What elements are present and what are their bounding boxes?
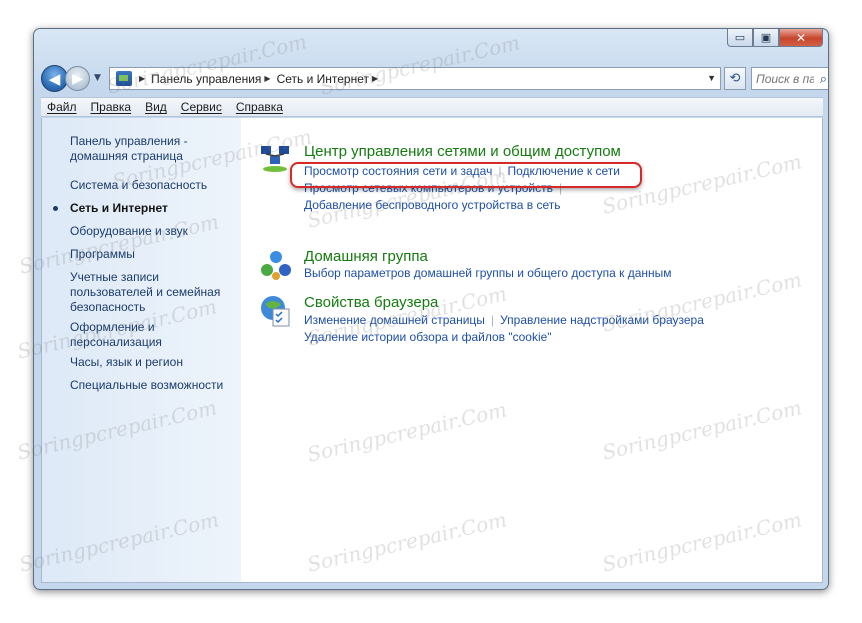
category-title-network-center[interactable]: Центр управления сетями и общим доступом — [304, 143, 621, 160]
search-icon[interactable]: ⌕ — [820, 71, 827, 87]
menu-tools[interactable]: Сервис — [174, 100, 229, 114]
forward-button[interactable]: ▶ — [65, 66, 90, 91]
address-dropdown-icon[interactable]: ▼ — [707, 73, 716, 83]
menu-help[interactable]: Справка — [229, 100, 290, 114]
main-panel: Центр управления сетями и общим доступом… — [241, 118, 822, 582]
content-area: Панель управления - домашняя страница Си… — [41, 118, 823, 583]
window-controls: ▭ ▣ ✕ — [727, 29, 823, 47]
recent-pages-dropdown-icon[interactable]: ▼ — [94, 73, 101, 83]
search-input[interactable] — [756, 71, 814, 86]
sidebar-item-control-panel-home[interactable]: Панель управления - домашняя страница — [70, 134, 235, 164]
link-separator: | — [490, 313, 495, 327]
address-bar[interactable]: ▶ Панель управления ▶ Сеть и Интернет ▶ … — [109, 67, 721, 90]
control-panel-window: ▭ ▣ ✕ ◀ ▶ ▼ ▶ Панель управления ▶ Сеть и… — [33, 28, 829, 590]
sidebar-item-system-security[interactable]: Система и безопасность — [70, 178, 235, 193]
navigation-bar: ◀ ▶ ▼ ▶ Панель управления ▶ Сеть и Интер… — [41, 65, 828, 92]
back-button[interactable]: ◀ — [41, 65, 68, 92]
browser-properties-icon — [261, 296, 290, 327]
category-title-homegroup[interactable]: Домашняя группа — [304, 248, 428, 265]
sidebar-item-hardware-sound[interactable]: Оборудование и звук — [70, 224, 235, 239]
sidebar-item-user-accounts[interactable]: Учетные записи пользователей и семейная … — [70, 270, 230, 315]
breadcrumb-network-internet[interactable]: Сеть и Интернет — [277, 72, 369, 86]
close-button[interactable]: ✕ — [779, 29, 823, 47]
back-arrow-icon: ◀ — [48, 69, 61, 88]
category-links: Выбор параметров домашней группы и общег… — [304, 265, 672, 282]
sidebar-item-programs[interactable]: Программы — [70, 247, 235, 262]
homegroup-icon — [261, 251, 291, 280]
maximize-button[interactable]: ▣ — [753, 29, 779, 47]
highlight-annotation — [290, 162, 642, 188]
link-change-home-page[interactable]: Изменение домашней страницы — [304, 313, 485, 327]
link-delete-browsing-history[interactable]: Удаление истории обзора и файлов "cookie… — [304, 330, 552, 344]
sidebar-item-network-internet: Сеть и Интернет — [70, 201, 168, 215]
menu-bar: Файл Правка Вид Сервис Справка — [41, 97, 823, 117]
network-center-icon — [261, 146, 289, 172]
breadcrumb-chevron-icon[interactable]: ▶ — [264, 74, 270, 83]
link-add-wireless-device[interactable]: Добавление беспроводного устройства в се… — [304, 198, 561, 212]
sidebar: Панель управления - домашняя страница Си… — [42, 118, 241, 582]
menu-edit[interactable]: Правка — [84, 100, 139, 114]
category-links: Изменение домашней страницы | Управление н… — [304, 312, 704, 346]
link-homegroup-settings[interactable]: Выбор параметров домашней группы и общег… — [304, 266, 672, 280]
category-title-browser-properties[interactable]: Свойства браузера — [304, 294, 438, 311]
breadcrumb-control-panel[interactable]: Панель управления — [151, 72, 261, 86]
forward-arrow-icon: ▶ — [72, 70, 83, 87]
menu-view[interactable]: Вид — [138, 100, 174, 114]
active-item-bullet-icon — [53, 206, 58, 211]
search-box[interactable]: ⌕ — [751, 67, 828, 90]
sidebar-item-ease-of-access[interactable]: Специальные возможности — [70, 378, 235, 393]
breadcrumb-chevron-icon[interactable]: ▶ — [139, 74, 145, 83]
control-panel-icon — [116, 71, 132, 86]
refresh-button[interactable]: ⟲ — [724, 67, 746, 90]
refresh-icon: ⟲ — [729, 71, 741, 86]
menu-file[interactable]: Файл — [41, 100, 84, 114]
minimize-button[interactable]: ▭ — [727, 29, 753, 47]
sidebar-item-appearance[interactable]: Оформление и персонализация — [70, 320, 180, 350]
sidebar-item-clock-language[interactable]: Часы, язык и регион — [70, 355, 235, 370]
breadcrumb-chevron-icon[interactable]: ▶ — [372, 74, 378, 83]
link-manage-addons[interactable]: Управление надстройками браузера — [500, 313, 704, 327]
